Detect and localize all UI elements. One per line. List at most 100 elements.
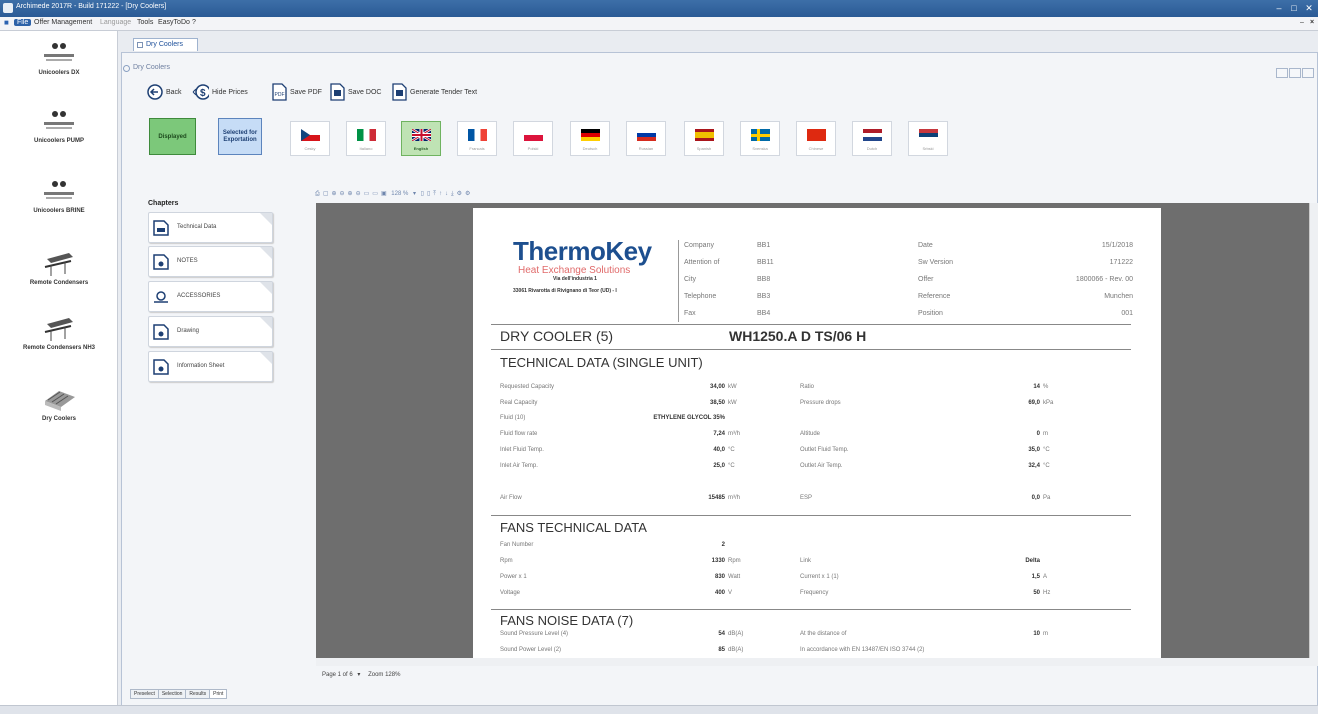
page-dropdown-icon[interactable]: ▾ [357,672,360,678]
language-russian[interactable]: Russian [626,121,666,156]
language-spanish[interactable]: Spanish [684,121,724,156]
data-row: Real Capacity 38,50 kW Pressure drops 69,0 kP… [500,400,1130,412]
tab-label: Dry Coolers [146,41,183,48]
mdi-minimize-icon[interactable]: – [1300,19,1304,26]
back-button[interactable]: Back [146,81,182,103]
menu-file[interactable]: File [14,19,32,26]
bottom-tabs: Preselect Selection Results Print [130,688,228,700]
maximize-button[interactable]: □ [1287,2,1301,14]
row-unit: °C [728,463,735,469]
prev-page-icon[interactable]: ↑ [439,191,442,197]
zoom-value[interactable]: 128 % [391,191,408,197]
language-chinese[interactable]: Chinese [796,121,836,156]
sidebar-item-remote-condensers[interactable]: Remote Condensers [0,249,118,287]
fit-page-icon[interactable]: ▭ [364,190,370,197]
settings-icon[interactable]: ⚙ [457,190,462,197]
displayed-button[interactable]: Displayed [149,118,196,155]
lock-icon[interactable]: ▣ [381,190,387,197]
tab-selection[interactable]: Selection [157,689,187,699]
panel-collapse-icon[interactable] [123,65,130,72]
chapter-technical-data[interactable]: Technical Data [148,212,273,243]
language-label: Italiano [359,146,373,151]
tab-print[interactable]: Print [209,689,228,699]
mdi-close-icon[interactable]: × [1310,19,1314,26]
generate-tender-text-button[interactable]: Generate Tender Text [390,81,477,103]
zoom-out-icon[interactable]: ⊖ [340,190,345,197]
language-deutsch[interactable]: Deutsch [570,121,610,156]
multi-page-icon[interactable]: ▯ [427,190,430,197]
sidebar-item-remote-condensers-nh3[interactable]: Remote Condensers NH3 [0,314,118,352]
divider [491,324,1131,325]
zoom-icon[interactable]: ⊕ [348,190,353,197]
language-svenska[interactable]: Svenska [740,121,780,156]
chapter-drawing[interactable]: Drawing [148,316,273,347]
single-page-icon[interactable]: ▯ [421,190,424,197]
divider [491,349,1131,350]
sidebar-item-unicoolers-brine[interactable]: Unicoolers BRINE [0,179,118,215]
row-label: Fluid (10) [500,415,526,421]
row-unit: V [728,590,733,596]
minimize-button[interactable]: – [1272,2,1286,14]
row-label: Air Flow [500,495,522,501]
selected-for-exportation-button[interactable]: Selected for Exportation [218,118,262,155]
data-row: Inlet Air Temp. 25,0 °C Outlet Air Temp. 32,… [500,463,1130,475]
menu-tools[interactable]: Tools [137,19,153,26]
row-unit: m³/h [728,495,740,501]
row-label: Inlet Fluid Temp. [500,447,544,453]
language-francais[interactable]: Francais [457,121,497,156]
tab-results[interactable]: Results [185,689,211,699]
spain-flag-icon [694,129,714,141]
netherlands-flag-icon [862,129,882,141]
first-page-icon[interactable]: ⤒ [433,191,436,198]
chapter-accessories[interactable]: ACCESSORIES [148,281,273,312]
row-label: Inlet Air Temp. [500,463,538,469]
language-cesky[interactable]: Cesky [290,121,330,156]
save-pdf-button[interactable]: PDF Save PDF [270,81,322,103]
menu-easytodo[interactable]: EasyToDo [158,19,190,26]
tab-preselect[interactable]: Preselect [130,689,159,699]
app-menu-icon[interactable]: ■ [4,18,9,27]
tab-close-icon[interactable] [137,42,143,48]
sidebar-item-unicoolers-dx[interactable]: Unicoolers DX [0,41,118,77]
save-doc-button[interactable]: Save DOC [328,81,381,103]
menu-language[interactable]: Language [100,19,131,26]
row-value: 830 [714,574,725,580]
panel-close-button[interactable] [1302,68,1314,78]
fit-width-icon[interactable]: ▭ [372,190,378,197]
panel-title: Dry Coolers [133,64,170,71]
chapter-notes[interactable]: NOTES [148,246,273,277]
hide-prices-button[interactable]: $ Hide Prices [192,81,248,103]
viewer-vertical-scrollbar[interactable] [1309,203,1318,658]
print-icon[interactable]: ⎙ [315,191,320,198]
menu-help[interactable]: ? [192,19,196,26]
next-page-icon[interactable]: ↓ [445,191,448,197]
chapter-label: Information Sheet [177,363,225,369]
language-polski[interactable]: Polski [513,121,553,156]
help-icon[interactable]: ⚙ [465,190,470,197]
language-english[interactable]: English [401,121,441,156]
language-dutch[interactable]: Dutch [852,121,892,156]
tab-dry-coolers[interactable]: Dry Coolers [133,38,198,51]
company-address-street: Via dell'industria 1 [553,276,597,282]
close-button[interactable]: ✕ [1302,2,1316,14]
language-italiano[interactable]: Italiano [346,121,386,156]
document-icon [153,220,169,236]
viewer-horizontal-scrollbar[interactable] [316,658,1318,666]
row-value: 50 [1033,590,1040,596]
zoom-in-icon[interactable]: ⊕ [331,190,336,197]
zoom-icon[interactable]: ⊖ [356,190,361,197]
sidebar-item-dry-coolers[interactable]: Dry Coolers [0,385,118,423]
menu-offer-management[interactable]: Offer Management [34,19,92,26]
france-flag-icon [467,129,487,141]
row-value: 69,0 [1028,400,1040,406]
language-srbski[interactable]: Srbski [908,121,948,156]
chapter-information-sheet[interactable]: Information Sheet [148,351,273,382]
page-view-icon[interactable]: ▢ [323,190,329,197]
panel-minimize-button[interactable] [1276,68,1288,78]
dropdown-icon[interactable]: ▾ [413,190,416,197]
row-unit: m [1043,631,1048,637]
panel-restore-button[interactable] [1289,68,1301,78]
sidebar-item-unicoolers-pump[interactable]: Unicoolers PUMP [0,109,118,145]
last-page-icon[interactable]: ⤓ [451,191,454,198]
row-unit: m [1043,431,1048,437]
